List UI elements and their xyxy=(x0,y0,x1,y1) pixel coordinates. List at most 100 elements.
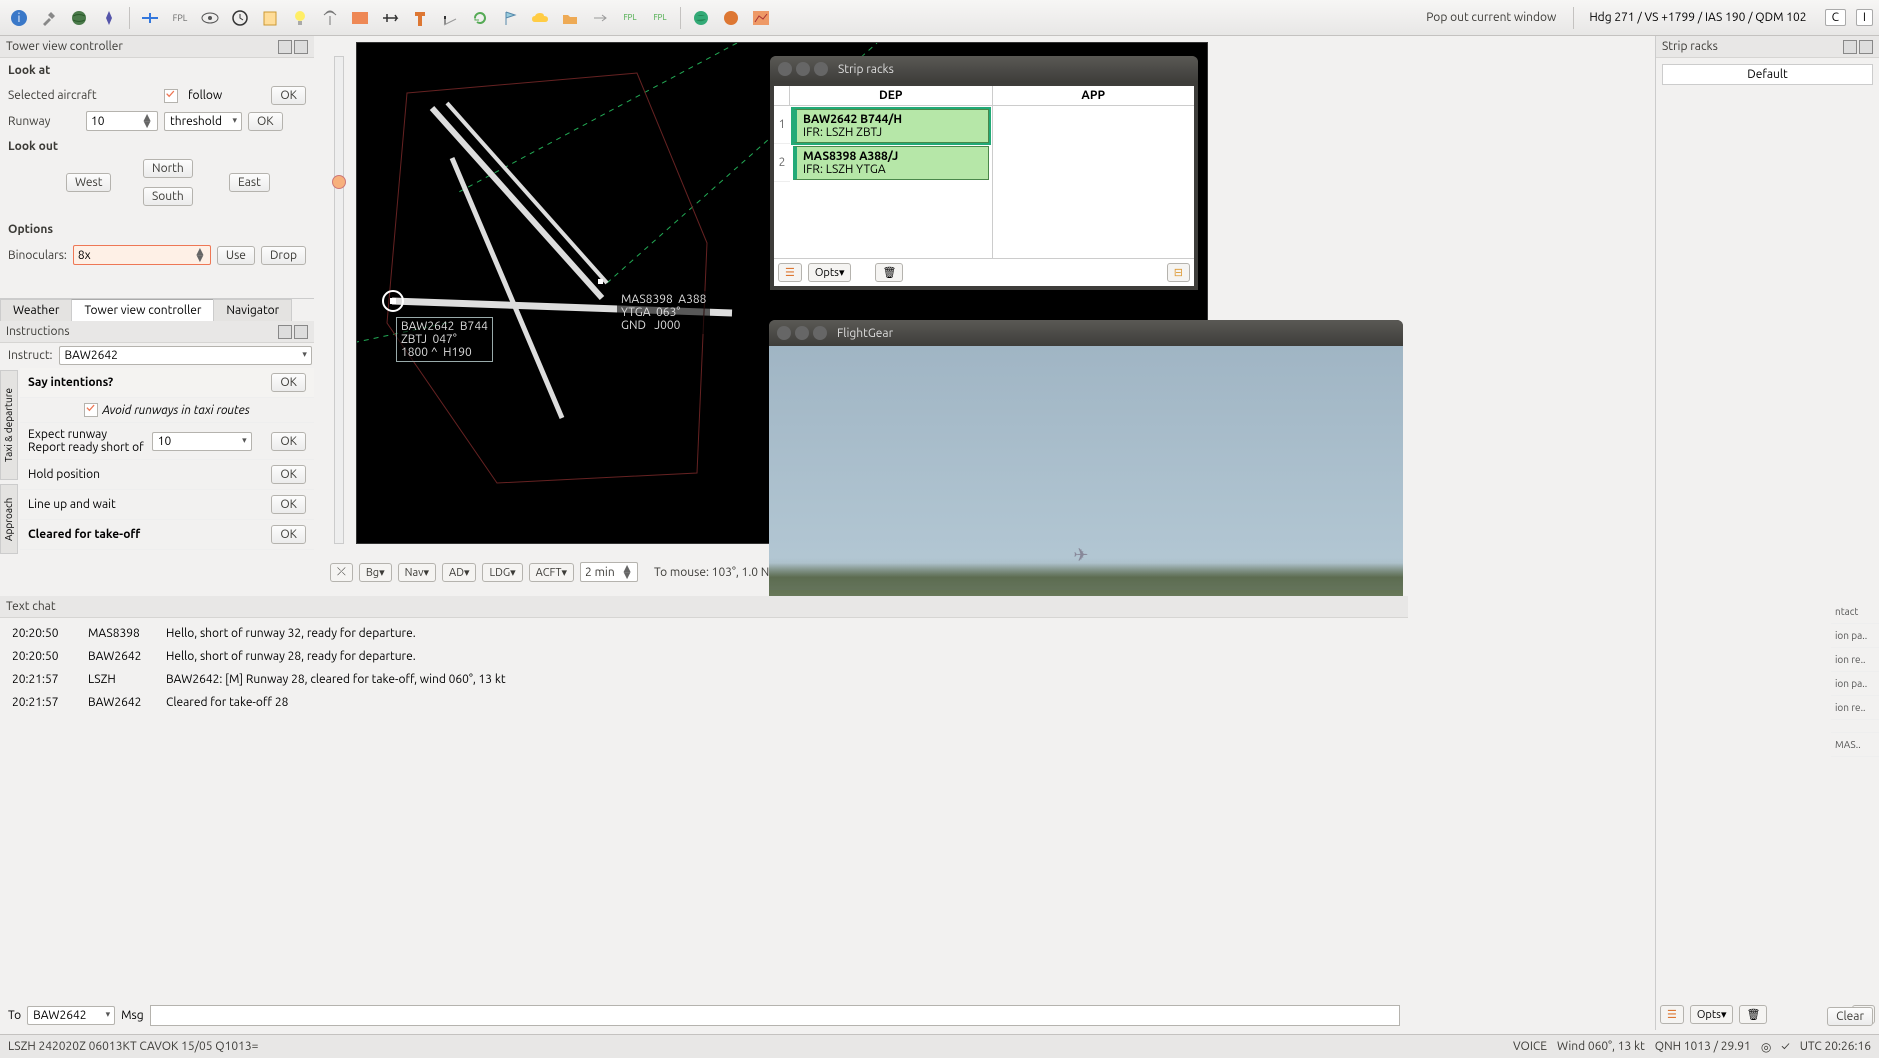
minimize-icon[interactable] xyxy=(796,62,810,76)
chat-to-label: To xyxy=(8,1009,21,1022)
aircraft-icon[interactable] xyxy=(377,5,403,31)
tower-view-tab[interactable]: Tower view controller xyxy=(71,299,214,321)
binoculars-drop-button[interactable]: Drop xyxy=(261,246,306,265)
info-icon[interactable]: i xyxy=(6,5,32,31)
navigator-tab[interactable]: Navigator xyxy=(213,299,292,321)
reset-view-icon[interactable]: ⤫ xyxy=(330,563,353,582)
say-intentions-label: Say intentions? xyxy=(28,376,113,389)
right-trash-icon[interactable]: 🗑 xyxy=(1739,1005,1767,1024)
binoculars-input[interactable]: 8x▲▼ xyxy=(73,245,211,265)
tools-icon[interactable] xyxy=(36,5,62,31)
look-out-heading: Look out xyxy=(0,134,314,159)
east-button[interactable]: East xyxy=(229,173,270,192)
strip-divider-icon[interactable]: ⊟ xyxy=(1167,263,1190,282)
earth-icon[interactable] xyxy=(688,5,714,31)
ad-menu[interactable]: AD▾ xyxy=(442,563,476,582)
bg-menu[interactable]: Bg▾ xyxy=(359,563,392,582)
range-spin[interactable]: 2 min▲▼ xyxy=(580,562,638,582)
right-shelf-icon[interactable]: ☰ xyxy=(1660,1005,1684,1024)
runway-icon[interactable] xyxy=(437,5,463,31)
refresh-icon[interactable] xyxy=(467,5,493,31)
avoid-runways-checkbox[interactable] xyxy=(84,403,98,417)
radar-orange-icon[interactable] xyxy=(718,5,744,31)
look-at-selected-ok-button[interactable]: OK xyxy=(271,86,306,105)
maximize-icon[interactable] xyxy=(1843,40,1857,54)
chat-to-dropdown[interactable]: BAW2642 xyxy=(27,1006,115,1025)
strip-mas8398[interactable]: MAS8398 A388/J IFR: LSZH YTGA xyxy=(793,146,989,180)
strip-opts-menu[interactable]: Opts▾ xyxy=(808,263,852,282)
acft-menu[interactable]: ACFT▾ xyxy=(529,563,574,582)
tick-icon[interactable]: ✓ xyxy=(1781,1040,1789,1053)
north-button[interactable]: North xyxy=(143,159,193,178)
globe-icon[interactable] xyxy=(66,5,92,31)
south-button[interactable]: South xyxy=(143,187,193,206)
radar-zoom-slider[interactable] xyxy=(334,56,344,544)
clock-icon[interactable] xyxy=(227,5,253,31)
nav-menu[interactable]: Nav▾ xyxy=(398,563,436,582)
qnh-label: QNH 1013 / 29.91 xyxy=(1655,1040,1751,1053)
hold-position-label: Hold position xyxy=(28,468,100,481)
flag-icon[interactable] xyxy=(497,5,523,31)
strip-baw2642[interactable]: BAW2642 B744/H IFR: LSZH ZBTJ xyxy=(793,109,989,143)
fpl-green2-icon[interactable]: FPL xyxy=(647,5,673,31)
notepad-icon[interactable] xyxy=(257,5,283,31)
eye-icon[interactable] xyxy=(197,5,223,31)
strip-shelf-icon[interactable]: ☰ xyxy=(778,263,802,282)
orange-box-icon[interactable] xyxy=(347,5,373,31)
expect-runway-label: Expect runway xyxy=(28,428,144,441)
binoculars-use-button[interactable]: Use xyxy=(217,246,255,265)
chart-icon[interactable] xyxy=(748,5,774,31)
plane-blue-icon[interactable] xyxy=(137,5,163,31)
tag-c[interactable]: C xyxy=(1825,9,1846,26)
arrow-icon[interactable] xyxy=(587,5,613,31)
tag-i[interactable]: I xyxy=(1856,9,1873,26)
fpl-text-icon[interactable]: FPL xyxy=(167,5,193,31)
maximize-icon[interactable] xyxy=(813,326,827,340)
maximize-icon[interactable] xyxy=(814,62,828,76)
close-icon[interactable] xyxy=(1859,40,1873,54)
flightgear-titlebar[interactable]: FlightGear xyxy=(769,320,1403,346)
maximize-icon[interactable] xyxy=(278,325,292,339)
radar-label-mas8398[interactable]: MAS8398 A388 YTGA 063° GND J000 xyxy=(617,291,710,334)
minimize-icon[interactable] xyxy=(795,326,809,340)
expect-runway-dropdown[interactable]: 10 xyxy=(152,432,252,451)
close-icon[interactable] xyxy=(294,40,308,54)
look-at-runway-ok-button[interactable]: OK xyxy=(248,112,283,131)
threshold-dropdown[interactable]: threshold xyxy=(164,112,242,131)
maximize-icon[interactable] xyxy=(278,40,292,54)
say-intentions-ok-button[interactable]: OK xyxy=(271,373,306,392)
strip-row-1: 1 xyxy=(774,106,790,144)
antenna-icon[interactable] xyxy=(317,5,343,31)
cleared-ok-button[interactable]: OK xyxy=(271,525,306,544)
bulb-icon[interactable] xyxy=(287,5,313,31)
strip-racks-titlebar[interactable]: Strip racks xyxy=(770,56,1198,82)
follow-checkbox[interactable] xyxy=(164,89,178,103)
strip-trash-icon[interactable]: 🗑 xyxy=(875,263,903,282)
vtab-taxi-departure[interactable]: Taxi & departure xyxy=(0,370,18,480)
lineup-ok-button[interactable]: OK xyxy=(271,495,306,514)
compass-icon[interactable] xyxy=(96,5,122,31)
target-icon[interactable]: ◎ xyxy=(1761,1040,1771,1054)
chat-msg-input[interactable] xyxy=(150,1005,1400,1026)
close-icon[interactable] xyxy=(294,325,308,339)
expect-ok-button[interactable]: OK xyxy=(271,432,306,451)
radar-label-baw2642[interactable]: BAW2642 B744 ZBTJ 047° 1800 ^ H190 xyxy=(396,317,493,362)
cloud-icon[interactable] xyxy=(527,5,553,31)
ldg-menu[interactable]: LDG▾ xyxy=(482,563,522,582)
right-opts-menu[interactable]: Opts▾ xyxy=(1690,1005,1734,1024)
vtab-approach[interactable]: Approach xyxy=(0,484,18,554)
hold-position-ok-button[interactable]: OK xyxy=(271,465,306,484)
runway-spin[interactable]: 10▲▼ xyxy=(86,111,158,131)
close-icon[interactable] xyxy=(777,326,791,340)
fpl-green1-icon[interactable]: FPL xyxy=(617,5,643,31)
default-rack-header[interactable]: Default xyxy=(1662,64,1873,85)
clear-notifications-button[interactable]: Clear xyxy=(1827,1007,1873,1026)
instruct-dropdown[interactable]: BAW2642 xyxy=(59,346,312,365)
tower-icon[interactable] xyxy=(407,5,433,31)
folder-icon[interactable] xyxy=(557,5,583,31)
chat-msg-label: Msg xyxy=(121,1009,144,1022)
weather-tab[interactable]: Weather xyxy=(0,299,72,321)
west-button[interactable]: West xyxy=(66,173,111,192)
popout-label[interactable]: Pop out current window xyxy=(1416,11,1566,24)
close-icon[interactable] xyxy=(778,62,792,76)
